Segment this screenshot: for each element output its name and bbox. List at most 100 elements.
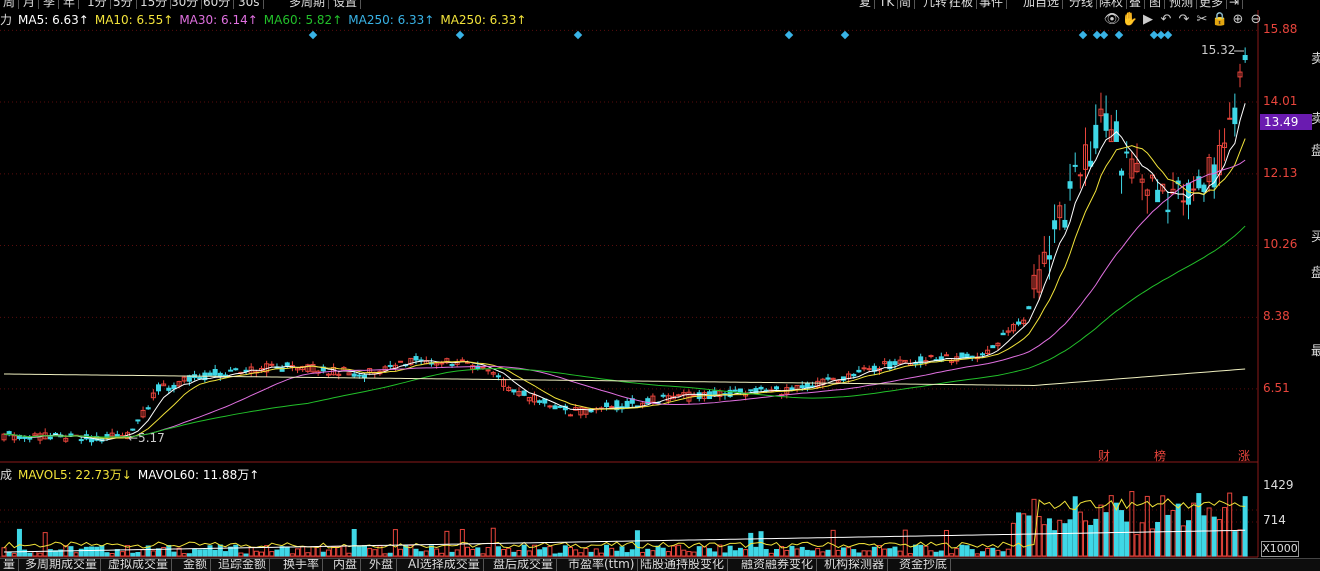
volume-bar	[1000, 551, 1006, 557]
volume-bar	[300, 546, 306, 557]
volume-bar	[22, 549, 28, 557]
volume-bar	[985, 547, 991, 557]
indicator-tab[interactable]: 追踪金额	[215, 559, 271, 571]
volume-bar	[1144, 495, 1150, 557]
volume-bar	[465, 546, 470, 557]
volume-bar	[938, 550, 944, 557]
volume-bar	[676, 544, 682, 557]
volume-bar	[1077, 511, 1083, 557]
kline-chart[interactable]	[0, 0, 1320, 570]
volume-bar	[1196, 493, 1202, 557]
volume-bar	[248, 546, 254, 557]
volume-bar	[1139, 522, 1145, 557]
volume-bar	[650, 550, 656, 557]
volume-bar	[562, 545, 568, 557]
volume-bar	[835, 549, 841, 557]
lock-icon[interactable]: 🔒	[1211, 12, 1229, 27]
volume-bar	[681, 549, 687, 557]
candle-body	[228, 369, 234, 372]
volume-bar	[593, 548, 599, 557]
volume-bar	[1232, 531, 1238, 557]
candle-body	[459, 359, 465, 362]
candle-body	[413, 356, 419, 361]
ma-legend-item: MA60: 5.82↑	[263, 13, 343, 27]
volume-bar	[495, 546, 501, 557]
play-icon[interactable]: ▶	[1139, 12, 1157, 27]
volume-bar	[1041, 524, 1047, 557]
volume-bar	[1242, 496, 1248, 557]
volume-bar	[166, 544, 172, 557]
candle-body	[156, 384, 161, 392]
volume-bar	[1026, 515, 1032, 557]
side-panel-label: 买	[1311, 230, 1320, 245]
indicator-tab[interactable]: 量	[0, 559, 20, 571]
zoom-in-icon[interactable]: ⊕	[1229, 12, 1247, 27]
indicator-tab[interactable]: 换手率	[280, 559, 324, 571]
indicator-tab[interactable]: 陆股通持股变化	[637, 559, 729, 571]
volume-scale-button[interactable]: X1000	[1261, 541, 1299, 557]
candle-body	[851, 373, 857, 377]
volume-bar	[47, 549, 53, 557]
indicator-tab[interactable]: 金额	[180, 559, 212, 571]
volume-bar	[671, 545, 676, 557]
candle-body	[135, 419, 141, 422]
undo-icon[interactable]: ↶	[1157, 12, 1175, 27]
candle-body	[1067, 181, 1073, 189]
indicator-tab[interactable]: 盘后成交量	[490, 559, 558, 571]
indicator-tab[interactable]: 市盈率(ttm)	[565, 559, 639, 571]
event-marker[interactable]: 财	[1098, 447, 1110, 464]
volume-bar	[362, 545, 367, 557]
volume-bar	[156, 548, 161, 557]
volume-bar	[233, 544, 239, 557]
indicator-tab[interactable]: 融资融券变化	[738, 559, 818, 571]
volume-bar	[1072, 496, 1078, 557]
candle-body	[325, 373, 331, 376]
hand-icon[interactable]: ✋	[1121, 12, 1139, 27]
volume-bar	[933, 551, 939, 557]
volume-bar	[490, 527, 496, 557]
candle-body	[799, 385, 805, 389]
volume-bar	[475, 547, 481, 557]
volume-bar	[289, 553, 295, 557]
volume-bar	[727, 545, 733, 557]
eye-icon[interactable]: 👁	[1103, 12, 1121, 27]
volume-bar	[789, 545, 795, 557]
volume-bar	[851, 549, 857, 557]
volume-bar	[1005, 548, 1011, 557]
event-diamond	[784, 30, 794, 40]
volume-bar	[284, 546, 290, 557]
volume-bar	[372, 549, 378, 557]
indicator-tab[interactable]: 内盘	[330, 559, 362, 571]
candle-body	[207, 372, 213, 376]
volume-bar	[840, 547, 846, 557]
volume-bar	[763, 549, 769, 557]
volume-bar	[367, 548, 373, 557]
candle-body	[980, 353, 985, 356]
volume-bar	[1201, 515, 1207, 557]
volume-bar	[336, 546, 342, 557]
volume-bar	[1124, 521, 1130, 557]
volume-bar	[1113, 502, 1119, 557]
indicator-tab[interactable]: 外盘	[366, 559, 398, 571]
indicator-tab[interactable]: 虚拟成交量	[105, 559, 173, 571]
ma-legend-item: MA250: 6.33↑	[440, 13, 527, 27]
volume-bar	[439, 552, 445, 557]
side-panel-label: 卖	[1311, 52, 1320, 67]
event-marker[interactable]: 榜	[1154, 447, 1166, 464]
volume-bar	[794, 548, 800, 557]
indicator-tab[interactable]: 机构探测器	[821, 559, 889, 571]
redo-icon[interactable]: ↷	[1175, 12, 1193, 27]
volume-bar	[784, 549, 790, 557]
indicator-tab[interactable]: 资金抄底	[896, 559, 952, 571]
volume-bar	[1186, 520, 1191, 557]
candle-body	[732, 389, 738, 392]
volume-bar	[568, 547, 573, 557]
price-tick-label: 8.38	[1263, 309, 1290, 324]
scissors-icon[interactable]: ✂	[1193, 12, 1211, 27]
volume-bar	[732, 550, 738, 557]
event-marker[interactable]: 涨	[1238, 447, 1250, 464]
volume-bar	[501, 549, 507, 557]
candle-body	[130, 428, 136, 431]
indicator-tab[interactable]: AI选择成交量	[405, 559, 484, 571]
indicator-tab[interactable]: 多周期成交量	[22, 559, 102, 571]
